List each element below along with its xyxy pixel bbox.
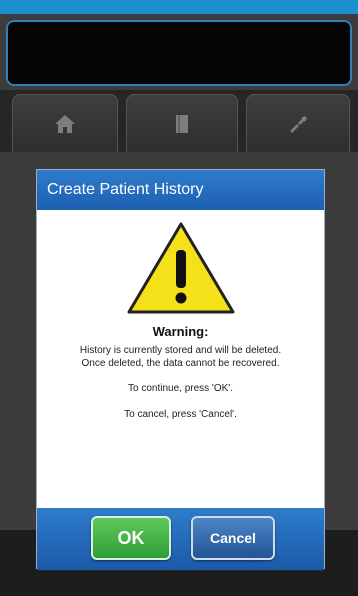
ok-button[interactable]: OK (91, 516, 171, 560)
warning-heading: Warning: (152, 324, 209, 339)
dialog-title: Create Patient History (37, 170, 324, 210)
warning-message-line-2: Once deleted, the data cannot be recover… (81, 358, 280, 369)
book-icon (176, 114, 188, 133)
dialog-title-text: Create Patient History (47, 181, 204, 198)
dialog-footer: OK Cancel (37, 508, 324, 570)
warning-icon (127, 222, 235, 314)
tools-icon (290, 115, 307, 133)
continue-instruction: To continue, press 'OK'. (128, 383, 233, 394)
cancel-instruction: To cancel, press 'Cancel'. (124, 409, 237, 420)
cancel-button[interactable]: Cancel (191, 516, 275, 560)
tab-bar (0, 90, 358, 152)
top-status-strip (0, 0, 358, 14)
tab-tools[interactable] (246, 94, 350, 152)
header-display (6, 20, 352, 86)
warning-message-line-1: History is currently stored and will be … (79, 345, 282, 356)
tab-book[interactable] (126, 94, 238, 152)
home-icon (55, 114, 75, 133)
tab-home[interactable] (12, 94, 118, 152)
warning-dialog: Create Patient History Warning: History … (36, 169, 325, 570)
device-screen: Create Patient History Warning: History … (0, 0, 358, 596)
